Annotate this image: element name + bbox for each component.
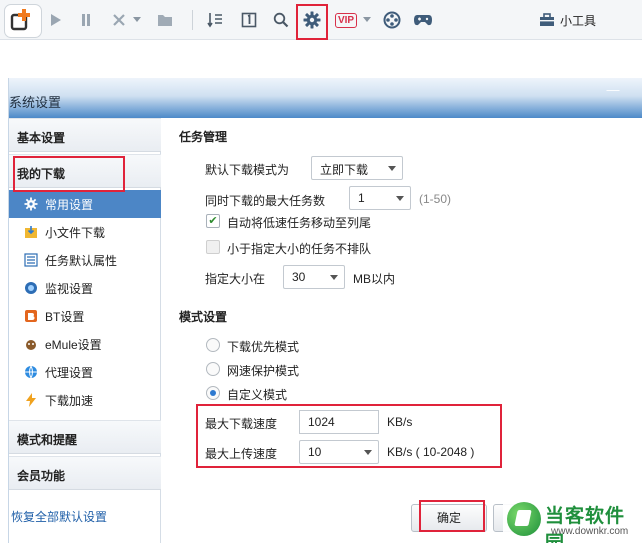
system-settings-dialog: 系统设置 — 基本设置 我的下载 常用设置 小文件下载 任务默认属性 监视设置 … bbox=[8, 78, 642, 543]
delete-icon[interactable] bbox=[110, 9, 128, 31]
sidebar-section-mode-reminder[interactable]: 模式和提醒 bbox=[9, 420, 161, 454]
gear-icon bbox=[23, 196, 39, 212]
sidebar-item-label: 代理设置 bbox=[45, 365, 94, 380]
main-toolbar: VIP 小工具 bbox=[0, 0, 642, 40]
size-unit-label: MB以内 bbox=[353, 272, 396, 286]
sidebar-item-task-default-props[interactable]: 任务默认属性 bbox=[9, 246, 161, 274]
watermark: 当客软件园 www.downkr.com bbox=[503, 496, 642, 543]
chevron-down-icon bbox=[388, 166, 396, 171]
sidebar-item-label: 监视设置 bbox=[45, 281, 94, 296]
size-prefix-label: 指定大小在 bbox=[205, 272, 266, 286]
lightning-icon bbox=[23, 392, 39, 408]
radio-speed-protection[interactable] bbox=[206, 362, 220, 376]
sidebar-section-member[interactable]: 会员功能 bbox=[9, 456, 161, 490]
new-task-logo-icon[interactable] bbox=[4, 4, 42, 38]
max-download-unit: KB/s bbox=[387, 415, 413, 429]
max-tasks-range: (1-50) bbox=[419, 192, 452, 206]
max-download-input[interactable]: 1024 bbox=[299, 410, 379, 434]
sidebar-item-label: 下载加速 bbox=[45, 393, 94, 408]
sidebar-item-bt[interactable]: BT设置 bbox=[9, 302, 161, 330]
my-downloads-highlight-box bbox=[13, 156, 125, 192]
default-mode-select[interactable]: 立即下载 bbox=[311, 156, 403, 180]
delete-dropdown-icon[interactable] bbox=[132, 9, 142, 31]
sidebar-item-label: 小文件下载 bbox=[45, 225, 106, 240]
vip-icon[interactable]: VIP bbox=[334, 9, 358, 31]
bt-icon bbox=[23, 308, 39, 324]
chevron-down-icon bbox=[396, 196, 404, 201]
mode-settings-title: 模式设置 bbox=[179, 310, 228, 324]
sidebar-section-basic[interactable]: 基本设置 bbox=[9, 118, 161, 152]
number-icon[interactable] bbox=[240, 9, 258, 31]
watermark-logo-icon bbox=[507, 502, 541, 536]
sidebar-item-label: 任务默认属性 bbox=[45, 253, 118, 268]
sidebar-item-acceleration[interactable]: 下载加速 bbox=[9, 386, 161, 414]
radio-custom-mode[interactable] bbox=[206, 386, 220, 400]
proxy-icon bbox=[23, 364, 39, 380]
dialog-titlebar[interactable]: 系统设置 — bbox=[9, 78, 642, 118]
file-icon bbox=[23, 224, 39, 240]
tools-label[interactable]: 小工具 bbox=[560, 12, 596, 29]
small-no-queue-label: 小于指定大小的任务不排队 bbox=[227, 242, 372, 256]
sidebar-item-small-file-download[interactable]: 小文件下载 bbox=[9, 218, 161, 246]
sidebar-item-label: eMule设置 bbox=[45, 337, 102, 352]
sidebar-item-common-settings[interactable]: 常用设置 bbox=[9, 190, 161, 218]
settings-content: 任务管理 默认下载模式为 立即下载 同时下载的最大任务数 1 (1-50) ✔ … bbox=[179, 118, 619, 498]
ok-highlight-box bbox=[419, 500, 485, 532]
radio-label: 下载优先模式 bbox=[227, 340, 300, 354]
sidebar-item-proxy[interactable]: 代理设置 bbox=[9, 358, 161, 386]
minimize-button[interactable]: — bbox=[602, 82, 624, 97]
restore-defaults-link[interactable]: 恢复全部默认设置 bbox=[11, 508, 107, 525]
emule-icon bbox=[23, 336, 39, 352]
max-tasks-select[interactable]: 1 bbox=[349, 186, 411, 210]
dialog-title: 系统设置 bbox=[9, 95, 62, 110]
max-upload-unit: KB/s ( 10-2048 ) bbox=[387, 445, 475, 459]
list-icon bbox=[23, 252, 39, 268]
sidebar-item-label: BT设置 bbox=[45, 309, 85, 324]
task-management-title: 任务管理 bbox=[179, 130, 228, 144]
auto-move-label: 自动将低速任务移动至列尾 bbox=[227, 216, 372, 230]
chevron-down-icon bbox=[364, 450, 372, 455]
radio-download-priority[interactable] bbox=[206, 338, 220, 352]
size-select[interactable]: 30 bbox=[283, 265, 345, 289]
settings-highlight-box bbox=[296, 4, 328, 40]
toolbox-icon[interactable] bbox=[538, 9, 556, 31]
auto-move-checkbox[interactable]: ✔ bbox=[206, 214, 220, 228]
radio-label: 自定义模式 bbox=[227, 388, 288, 402]
sidebar-item-emule[interactable]: eMule设置 bbox=[9, 330, 161, 358]
vip-dropdown-icon[interactable] bbox=[362, 9, 372, 31]
default-mode-label: 默认下载模式为 bbox=[205, 163, 290, 177]
gamepad-icon[interactable] bbox=[412, 9, 434, 31]
sort-icon[interactable] bbox=[206, 9, 224, 31]
chevron-down-icon bbox=[330, 275, 338, 280]
folder-icon[interactable] bbox=[156, 9, 174, 31]
small-no-queue-checkbox[interactable] bbox=[206, 240, 220, 254]
watermark-url: www.downkr.com bbox=[551, 526, 629, 537]
max-upload-label: 最大上传速度 bbox=[205, 447, 278, 461]
film-reel-icon[interactable] bbox=[382, 9, 402, 31]
max-tasks-label: 同时下载的最大任务数 bbox=[205, 194, 326, 208]
pause-icon[interactable] bbox=[78, 9, 94, 31]
max-download-label: 最大下载速度 bbox=[205, 417, 278, 431]
play-icon[interactable] bbox=[48, 9, 64, 31]
sidebar-item-monitor[interactable]: 监视设置 bbox=[9, 274, 161, 302]
monitor-icon bbox=[23, 280, 39, 296]
radio-label: 网速保护模式 bbox=[227, 364, 300, 378]
search-icon[interactable] bbox=[272, 9, 290, 31]
sidebar-item-label: 常用设置 bbox=[45, 197, 94, 212]
max-upload-select[interactable]: 10 bbox=[299, 440, 379, 464]
